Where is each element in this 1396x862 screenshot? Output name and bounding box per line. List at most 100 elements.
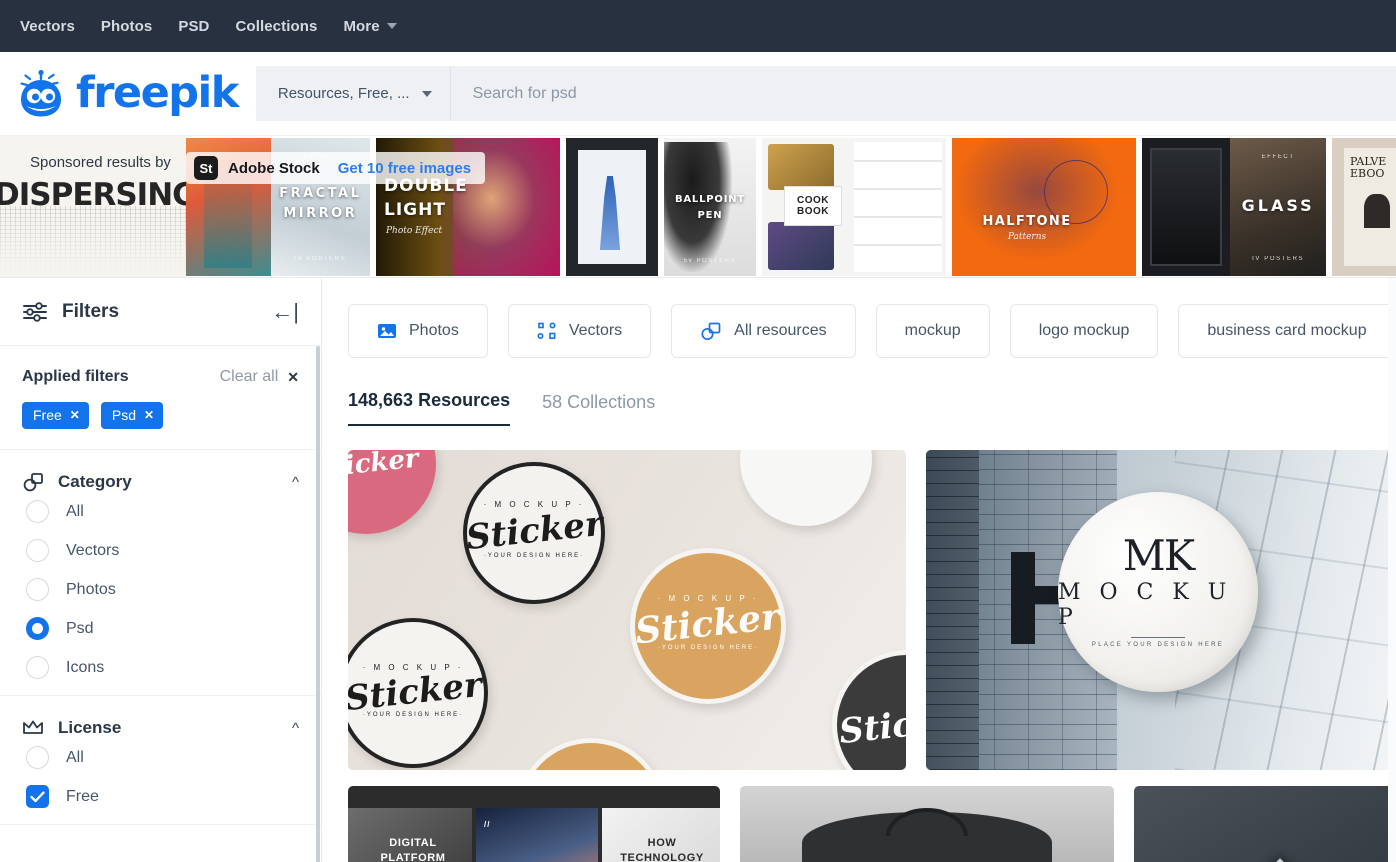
result-card-digital-platform-presentation-mockup[interactable]: DIGITAL PLATFORM FOR EVERYONE // HOW TEC…: [348, 786, 720, 862]
tagline: PLACE YOUR DESIGN HERE: [1091, 641, 1225, 648]
applied-filters-title: Applied filters: [22, 368, 129, 385]
chevron-up-icon[interactable]: ^: [292, 720, 299, 737]
facet-category: Category ^ All Vectors Photos Psd Icons: [0, 450, 321, 696]
sticker-word: Sticker: [348, 450, 420, 485]
search-scope-value: Resources, Free, ...: [277, 85, 410, 102]
thumb-title: GLASS: [1241, 196, 1315, 215]
category-option-photos[interactable]: Photos: [22, 570, 299, 609]
search-bar: Resources, Free, ...: [255, 66, 1396, 121]
radio-button[interactable]: [26, 500, 49, 523]
result-card-tshirt-mockup[interactable]: MOCKUP: [740, 786, 1114, 862]
nav-item-collections[interactable]: Collections: [236, 18, 318, 35]
category-option-psd[interactable]: Psd: [22, 609, 299, 648]
result-card-chevron-logo-mockup[interactable]: [1134, 786, 1396, 862]
applied-filter-chip-psd[interactable]: Psd ✕: [100, 402, 164, 429]
thumb-title: HALFTONE: [982, 214, 1072, 229]
category-option-icons[interactable]: Icons: [22, 648, 299, 687]
facet-title: Category: [58, 472, 132, 491]
thumb-subtitle: EBOO: [1350, 166, 1385, 180]
adobe-stock-ad-pill[interactable]: St Adobe Stock Get 10 free images: [186, 152, 486, 184]
quick-filter-all-resources[interactable]: All resources: [671, 304, 856, 358]
adobe-stock-cta-link[interactable]: Get 10 free images: [338, 160, 471, 177]
radio-button[interactable]: [26, 578, 49, 601]
check-icon: [30, 790, 45, 802]
category-option-vectors[interactable]: Vectors: [22, 531, 299, 570]
quick-filter-vectors[interactable]: Vectors: [507, 304, 652, 358]
nav-item-more[interactable]: More: [343, 18, 397, 35]
radio-button[interactable]: [26, 656, 49, 679]
clear-all-filters-button[interactable]: Clear all ✕: [220, 368, 299, 386]
chip-label: Psd: [111, 407, 136, 423]
nav-item-vectors[interactable]: Vectors: [20, 18, 75, 35]
shapes-icon: [23, 473, 43, 492]
adobe-stock-icon: St: [194, 156, 218, 180]
freepik-logo[interactable]: freepik: [14, 69, 239, 119]
thumb-title: FRACTAL: [279, 186, 362, 201]
thumb-title: PALVE: [1350, 155, 1387, 168]
sticker-word: Sticker: [836, 697, 906, 753]
quick-filter-logo-mockup[interactable]: logo mockup: [1009, 304, 1159, 358]
quick-filter-photos[interactable]: Photos: [348, 304, 488, 358]
sponsored-results-strip: DISPERSING Sponsored results by St Adobe…: [0, 136, 1396, 278]
sponsored-thumb-blue-tower-poster[interactable]: [566, 138, 658, 276]
shapes-icon: [700, 322, 722, 341]
radio-button[interactable]: [26, 539, 49, 562]
sponsored-thumb-palve-ebook[interactable]: PALVE EBOO: [1332, 138, 1396, 276]
search-input[interactable]: [450, 66, 1396, 121]
sidebar-scrollbar[interactable]: [316, 346, 320, 862]
sticker-orange-1: · M O C K U P · Sticker ·YOUR DESIGN HER…: [630, 548, 786, 704]
close-icon[interactable]: ✕: [144, 408, 154, 422]
sponsored-thumb-halftone[interactable]: HALFTONE Patterns: [952, 138, 1136, 276]
results-grid-row-2: DIGITAL PLATFORM FOR EVERYONE // HOW TEC…: [348, 786, 1396, 862]
sticker-word: Sticker: [633, 595, 783, 652]
result-card-mk-wall-sign-mockup[interactable]: MK M O C K U P PLACE YOUR DESIGN HERE: [926, 450, 1396, 770]
thumb-subtitle: MIRROR: [283, 206, 358, 221]
radio-button-selected[interactable]: [26, 617, 49, 640]
crown-icon: [23, 720, 43, 734]
facet-license: License ^ All Free: [0, 696, 321, 825]
page-body: Filters ←| Applied filters Clear all ✕ F…: [0, 278, 1396, 862]
dispersing-texture: [0, 206, 186, 277]
applied-filter-chip-free[interactable]: Free ✕: [22, 402, 89, 429]
thumb-subtitle: LIGHT: [384, 200, 446, 220]
tab-collections[interactable]: 58 Collections: [542, 392, 655, 426]
chevron-down-icon: [421, 90, 432, 97]
result-card-sticker-mockup-set[interactable]: Sticker · M O C K U P · Sticker ·YOUR DE…: [348, 450, 906, 770]
license-option-all[interactable]: All: [22, 738, 299, 777]
sponsored-thumb-cook-book[interactable]: COOK BOOK: [762, 138, 946, 276]
category-option-all[interactable]: All: [22, 492, 299, 531]
quick-filter-chip-row: Photos Vectors All resources mockup logo…: [348, 304, 1396, 358]
search-scope-dropdown[interactable]: Resources, Free, ...: [256, 66, 451, 121]
sticker-white-1: · M O C K U P · Sticker ·YOUR DESIGN HER…: [463, 462, 605, 604]
thumb-footer-label: 5v POSTERS: [683, 258, 737, 264]
nav-item-label: Vectors: [20, 17, 75, 35]
quick-filter-business-card-mockup[interactable]: business card mockup: [1178, 304, 1396, 358]
chevron-down-icon: [386, 23, 397, 29]
divider: [1131, 636, 1185, 638]
nav-item-psd[interactable]: PSD: [178, 18, 209, 35]
facet-license-header[interactable]: License ^: [22, 718, 299, 738]
quick-filter-mockup[interactable]: mockup: [875, 304, 990, 358]
close-icon[interactable]: ✕: [70, 408, 80, 422]
option-label: Photos: [66, 580, 116, 598]
sponsored-thumb-ballpoint-pen[interactable]: BALLPOINT PEN 5v POSTERS: [664, 138, 756, 276]
thumb-title: BALLPOINT: [674, 194, 746, 205]
sponsored-thumb-broken-glass[interactable]: EFFECT GLASS IV POSTERS: [1142, 138, 1326, 276]
card-artwork: [1134, 786, 1396, 862]
radio-button[interactable]: [26, 746, 49, 769]
checkbox-checked[interactable]: [26, 785, 49, 808]
chevron-up-icon[interactable]: ^: [292, 474, 299, 491]
thumb-subtitle: PEN: [697, 210, 723, 221]
facet-category-header[interactable]: Category ^: [22, 472, 299, 492]
slide-right-line-1: HOW TECHNOLOGY: [620, 837, 704, 862]
thumb-subtitle: BOOK: [797, 206, 829, 217]
sticker-word: Sticker: [348, 664, 484, 719]
collapse-sidebar-icon[interactable]: ←|: [271, 299, 299, 325]
vector-nodes-icon: [537, 322, 557, 340]
license-option-free[interactable]: Free: [22, 777, 299, 816]
chip-label: Photos: [409, 322, 459, 339]
option-label: Vectors: [66, 541, 120, 559]
nav-item-photos[interactable]: Photos: [101, 18, 152, 35]
thumb-subtitle: Patterns: [1007, 232, 1047, 242]
tab-resources[interactable]: 148,663 Resources: [348, 390, 511, 426]
